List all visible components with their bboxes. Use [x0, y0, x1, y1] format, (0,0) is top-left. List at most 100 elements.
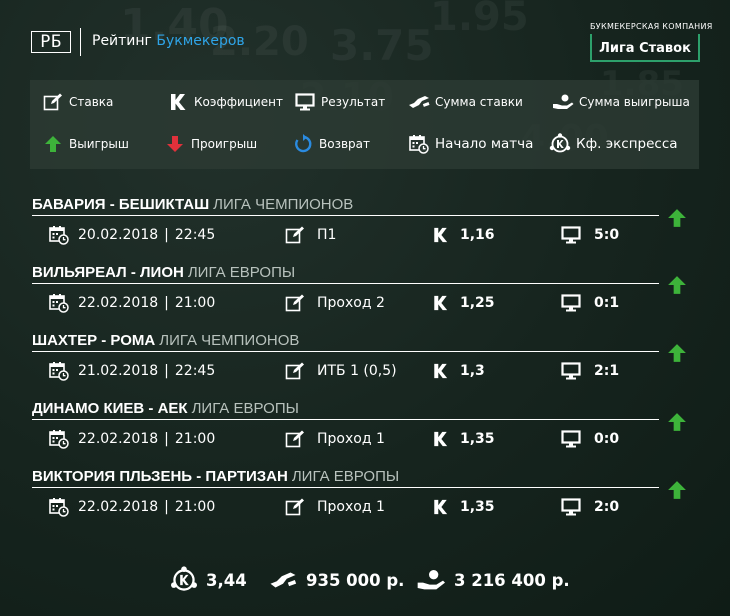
match-league: ЛИГА ЕВРОПЫ	[191, 400, 299, 417]
legend-item-start: Начало матча	[408, 133, 533, 155]
edit-icon	[42, 92, 64, 112]
edit-icon	[285, 294, 304, 312]
k-coefficient-icon	[434, 499, 448, 515]
express-coef-value: 3,44	[206, 570, 247, 590]
calendar-clock-icon	[49, 430, 69, 449]
arrow-up-icon	[668, 481, 686, 499]
bet-value: Проход 2	[317, 295, 385, 311]
divider	[32, 419, 659, 420]
liga-stavok-logo[interactable]: БУКМЕКЕРСКАЯ КОМПАНИЯ Лига Ставок	[590, 22, 712, 62]
total-express-coef: 3,44	[170, 566, 247, 594]
match-date: 22.02.2018	[78, 499, 159, 515]
result-value: 2:1	[594, 363, 620, 379]
match-league: ЛИГА ЕВРОПЫ	[291, 468, 400, 485]
match-date: 20.02.2018	[78, 227, 159, 243]
arrow-up-icon	[668, 344, 686, 362]
edit-icon	[285, 226, 304, 244]
legend-label: Начало матча	[435, 136, 534, 152]
express-k-icon	[549, 133, 571, 154]
match-header: ВИЛЬЯРЕАЛ - ЛИОН ЛИГА ЕВРОПЫ	[32, 262, 295, 281]
divider	[32, 283, 659, 284]
separator: |	[164, 227, 169, 243]
match-title: ВИКТОРИЯ ПЛЬЗЕНЬ - ПАРТИЗАН	[32, 468, 288, 485]
monitor-icon	[561, 430, 581, 448]
arrow-up-icon	[668, 276, 686, 294]
icon-legend: Ставка Коэффициент Результат Сумма ставк…	[30, 80, 699, 169]
total-stake: 935 000 р.	[268, 566, 404, 594]
totals-bar: 3,44 935 000 р. 3 216 400 р.	[0, 566, 730, 594]
money-hand-icon	[552, 92, 574, 112]
match-league: ЛИГА ЕВРОПЫ	[187, 264, 296, 281]
calendar-clock-icon	[49, 498, 69, 517]
arrow-up-icon	[42, 134, 64, 154]
k-coefficient-icon	[167, 92, 189, 112]
match-header: БАВАРИЯ - БЕШИКТАШ ЛИГА ЧЕМПИОНОВ	[32, 194, 353, 213]
edit-icon	[285, 430, 304, 448]
result-value: 2:0	[594, 499, 620, 515]
separator: |	[164, 499, 169, 515]
coef-value: 1,35	[460, 499, 495, 515]
bet-value: Проход 1	[317, 431, 385, 447]
divider	[32, 487, 659, 488]
match-header: ВИКТОРИЯ ПЛЬЗЕНЬ - ПАРТИЗАН ЛИГА ЕВРОПЫ	[32, 466, 399, 485]
result-value: 0:1	[594, 295, 620, 311]
legend-label: Сумма выигрыша	[579, 95, 690, 109]
match-start: 20.02.2018 | 22:45	[49, 224, 215, 246]
match-time: 21:00	[174, 499, 216, 515]
legend-label: Результат	[321, 95, 386, 109]
monitor-icon	[561, 294, 581, 312]
edit-icon	[285, 362, 304, 380]
legend-label: Возврат	[319, 137, 370, 151]
match-header: ДИНАМО КИЕВ - АЕК ЛИГА ЕВРОПЫ	[32, 398, 299, 417]
stake-value: 935 000 р.	[306, 570, 405, 590]
coef-value: 1,35	[460, 431, 495, 447]
edit-icon	[285, 498, 304, 516]
legend-item-express: Кф. экспресса	[549, 133, 678, 155]
match-time: 21:00	[174, 431, 216, 447]
match-date: 22.02.2018	[78, 295, 159, 311]
legend-label: Сумма ставки	[435, 95, 523, 109]
match-coef: 1,16	[433, 224, 495, 246]
match-details: 21.02.2018 | 22:45 ИТБ 1 (0,5) 1,3 2:1	[32, 360, 659, 382]
separator: |	[164, 431, 169, 447]
k-coefficient-icon	[434, 363, 448, 379]
legend-item-win: Выигрыш	[42, 133, 129, 155]
monitor-icon	[561, 362, 581, 380]
match-bet: Проход 2	[285, 292, 385, 314]
calendar-clock-icon	[49, 362, 69, 381]
site-title[interactable]: Рейтинг Букмекеров	[92, 33, 245, 49]
match-bet: Проход 1	[285, 496, 385, 518]
match-bet: ИТБ 1 (0,5)	[285, 360, 397, 382]
bet-value: ИТБ 1 (0,5)	[317, 363, 397, 379]
legend-label: Коэффициент	[194, 95, 283, 109]
legend-label: Проигрыш	[191, 137, 258, 151]
match-start: 22.02.2018 | 21:00	[49, 496, 215, 518]
total-payout: 3 216 400 р.	[416, 566, 570, 594]
match-time: 22:45	[174, 227, 216, 243]
match-start: 22.02.2018 | 21:00	[49, 428, 215, 450]
match-coef: 1,35	[433, 496, 495, 518]
express-k-icon	[170, 566, 198, 594]
legend-item-refund: Возврат	[292, 133, 370, 155]
site-title-part2: Букмекеров	[156, 33, 245, 49]
legend-item-result: Результат	[294, 91, 385, 113]
separator: |	[164, 295, 169, 311]
match-start: 22.02.2018 | 21:00	[49, 292, 215, 314]
bet-value: Проход 1	[317, 499, 385, 515]
result-value: 5:0	[594, 227, 620, 243]
coef-value: 1,3	[460, 363, 485, 379]
match-coef: 1,3	[433, 360, 485, 382]
partner-name: Лига Ставок	[599, 41, 691, 56]
legend-item-lose: Проигрыш	[164, 133, 257, 155]
arrow-up-icon	[668, 413, 686, 431]
bet-value: П1	[317, 227, 337, 243]
monitor-icon	[561, 226, 581, 244]
legend-label: Кф. экспресса	[576, 136, 678, 152]
match-title: ДИНАМО КИЕВ - АЕК	[32, 400, 188, 417]
rb-logo[interactable]: РБ	[31, 31, 71, 53]
legend-label: Выигрыш	[69, 137, 129, 151]
match-result: 5:0	[561, 224, 619, 246]
match-title: ШАХТЕР - РОМА	[32, 332, 156, 349]
monitor-icon	[294, 92, 316, 112]
coef-value: 1,25	[460, 295, 495, 311]
